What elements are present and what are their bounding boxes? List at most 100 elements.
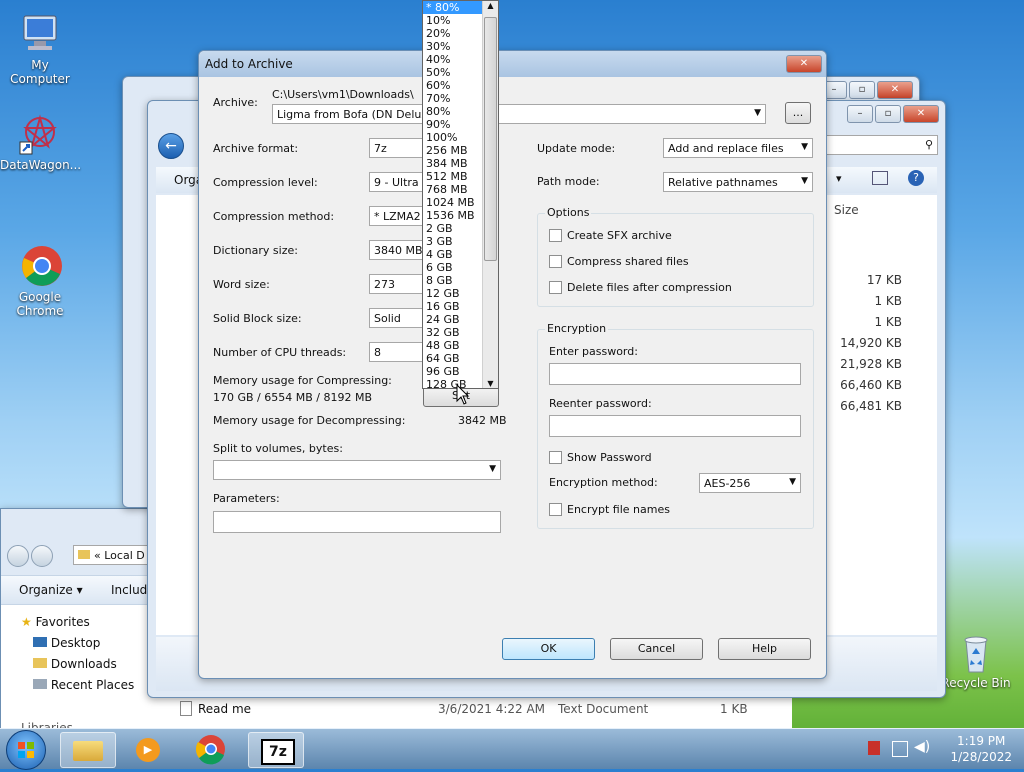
level-select[interactable]: 9 - Ultra bbox=[369, 172, 429, 192]
chevron-down-icon: ▼ bbox=[801, 176, 808, 186]
preview-pane-icon[interactable] bbox=[872, 171, 888, 185]
solid-select[interactable]: Solid bbox=[369, 308, 429, 328]
help-button[interactable]: Help bbox=[718, 638, 811, 660]
file-size: 66,481 KB bbox=[840, 399, 902, 413]
close-button[interactable]: ✕ bbox=[903, 105, 939, 123]
reenter-password-label: Reenter password: bbox=[549, 397, 652, 410]
archive-name-input[interactable]: Ligma from Bofa (DN Deluxe Ed ▼ bbox=[272, 104, 766, 124]
back-button[interactable] bbox=[7, 545, 29, 567]
update-label: Update mode: bbox=[537, 142, 616, 155]
checkbox-icon bbox=[549, 255, 562, 268]
split-label: Split to volumes, bytes: bbox=[213, 442, 343, 455]
tray-volume-icon[interactable]: ◀) bbox=[914, 739, 930, 755]
clock-date: 1/28/2022 bbox=[950, 750, 1012, 764]
nav-item-downloads[interactable]: Downloads bbox=[33, 657, 117, 671]
tray-network-icon[interactable] bbox=[892, 741, 908, 757]
desktop-icon-datawagon[interactable]: DataWagon... bbox=[0, 112, 81, 172]
browse-button[interactable]: ... bbox=[785, 102, 811, 124]
reenter-password-input[interactable] bbox=[549, 415, 801, 437]
checkbox-icon bbox=[549, 281, 562, 294]
folder-icon bbox=[73, 741, 103, 761]
mem-comp-value: 170 GB / 6554 MB / 8192 MB bbox=[213, 391, 373, 404]
system-clock[interactable]: 1:19 PM 1/28/2022 bbox=[950, 733, 1012, 765]
add-to-archive-dialog: Add to Archive ✕ Archive: C:\Users\vm1\D… bbox=[198, 50, 827, 679]
checkbox-icon bbox=[549, 229, 562, 242]
organize-menu[interactable]: Organize ▾ bbox=[19, 583, 83, 597]
mouse-cursor-icon bbox=[456, 383, 470, 409]
file-size: 1 KB bbox=[720, 702, 748, 716]
view-menu-icon[interactable]: ▾ bbox=[836, 172, 842, 185]
taskbar-explorer[interactable] bbox=[60, 732, 116, 768]
maximize-button[interactable]: ▫ bbox=[875, 105, 901, 123]
minimize-button[interactable]: – bbox=[847, 105, 873, 123]
scroll-down-icon[interactable]: ▼ bbox=[483, 379, 498, 388]
dictionary-select[interactable]: 3840 MB bbox=[369, 240, 429, 260]
desktop-icon-chrome[interactable]: Google Chrome bbox=[0, 216, 80, 332]
method-select[interactable]: * LZMA2 bbox=[369, 206, 429, 226]
chevron-down-icon: ▼ bbox=[754, 108, 761, 118]
parameters-input[interactable] bbox=[213, 511, 501, 533]
format-select[interactable]: 7z bbox=[369, 138, 429, 158]
word-size-select[interactable]: 273 bbox=[369, 274, 429, 294]
back-arrow-button[interactable]: ← bbox=[158, 133, 184, 159]
ok-button[interactable]: OK bbox=[502, 638, 595, 660]
file-size: 66,460 KB bbox=[840, 378, 902, 392]
checkbox-icon bbox=[549, 451, 562, 464]
help-icon[interactable]: ? bbox=[908, 170, 924, 186]
delete-after-checkbox[interactable]: Delete files after compression bbox=[549, 281, 732, 294]
recycle-bin-icon bbox=[954, 630, 998, 674]
scroll-thumb[interactable] bbox=[484, 17, 497, 261]
sfx-checkbox[interactable]: Create SFX archive bbox=[549, 229, 672, 242]
desktop-icon-recycle-bin[interactable]: Recycle Bin bbox=[936, 630, 1016, 690]
search-box[interactable]: ⚲ bbox=[824, 135, 938, 155]
start-button[interactable] bbox=[6, 730, 46, 770]
dialog-titlebar: Add to Archive ✕ bbox=[199, 51, 826, 77]
show-password-checkbox[interactable]: Show Password bbox=[549, 451, 652, 464]
forward-button[interactable] bbox=[31, 545, 53, 567]
threads-select[interactable]: 8 bbox=[369, 342, 429, 362]
enter-password-label: Enter password: bbox=[549, 345, 638, 358]
chrome-icon bbox=[18, 230, 62, 286]
nav-item-recent[interactable]: Recent Places bbox=[33, 678, 134, 692]
scroll-up-icon[interactable]: ▲ bbox=[483, 1, 498, 10]
desktop-icon-my-computer[interactable]: My Computer bbox=[0, 12, 80, 86]
update-mode-select[interactable]: Add and replace files ▼ bbox=[663, 138, 813, 158]
close-button[interactable]: ✕ bbox=[877, 81, 913, 99]
nav-item-desktop[interactable]: Desktop bbox=[33, 636, 100, 650]
dictionary-dropdown-list[interactable]: * 80% 10% 20% 30% 40% 50% 60% 70% 80% 90% 100% 256 … bbox=[422, 0, 499, 389]
encryption-method-select[interactable]: AES-256 ▼ bbox=[699, 473, 801, 493]
file-size: 1 KB bbox=[874, 315, 902, 329]
taskbar-media-player[interactable]: ▶ bbox=[122, 732, 176, 766]
dropdown-scrollbar[interactable]: ▲ ▼ bbox=[482, 1, 498, 388]
archive-path: C:\Users\vm1\Downloads\ bbox=[272, 88, 414, 101]
taskbar-chrome[interactable] bbox=[184, 732, 238, 766]
taskbar-7zip[interactable]: 7z bbox=[248, 732, 304, 768]
level-label: Compression level: bbox=[213, 176, 318, 189]
solid-label: Solid Block size: bbox=[213, 312, 302, 325]
file-type: Text Document bbox=[558, 702, 649, 716]
maximize-button[interactable]: ▫ bbox=[849, 81, 875, 99]
file-size: 1 KB bbox=[874, 294, 902, 308]
shared-files-checkbox[interactable]: Compress shared files bbox=[549, 255, 689, 268]
navigation-pane: ★ Favorites Desktop Downloads Recent Pla… bbox=[1, 605, 161, 739]
split-volumes-select[interactable]: ▼ bbox=[213, 460, 501, 480]
threads-label: Number of CPU threads: bbox=[213, 346, 347, 359]
password-input[interactable] bbox=[549, 363, 801, 385]
folder-icon bbox=[78, 550, 90, 559]
favorites-item[interactable]: ★ Favorites bbox=[21, 615, 90, 629]
archive-label: Archive: bbox=[213, 96, 258, 109]
path-label: Path mode: bbox=[537, 175, 600, 188]
mem-comp-label: Memory usage for Compressing: bbox=[213, 374, 392, 387]
file-row[interactable]: Read me 3/6/2021 4:22 AM Text Document 1… bbox=[160, 698, 792, 728]
encryption-title: Encryption bbox=[545, 322, 609, 335]
file-name: Read me bbox=[198, 702, 252, 716]
path-mode-select[interactable]: Relative pathnames ▼ bbox=[663, 172, 813, 192]
size-column-header[interactable]: Size bbox=[834, 203, 859, 217]
mid-caption-buttons: – ▫ ✕ bbox=[847, 105, 939, 123]
media-player-icon: ▶ bbox=[136, 738, 160, 762]
tray-flag-icon[interactable] bbox=[868, 741, 880, 755]
cancel-button[interactable]: Cancel bbox=[610, 638, 703, 660]
close-button[interactable]: ✕ bbox=[786, 55, 822, 73]
encrypt-names-checkbox[interactable]: Encrypt file names bbox=[549, 503, 670, 516]
chevron-down-icon: ▼ bbox=[489, 464, 496, 474]
